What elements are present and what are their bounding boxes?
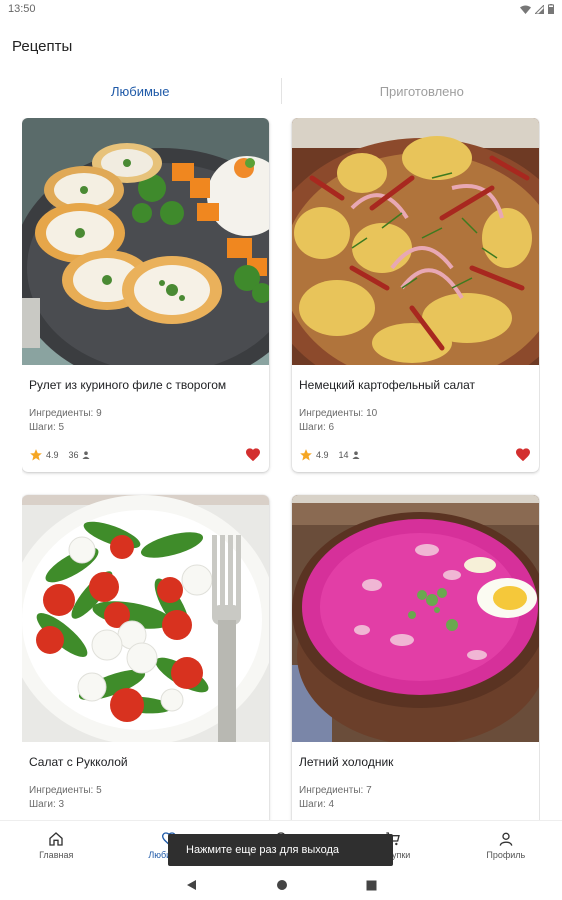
recipe-steps: Шаги: 4 (299, 799, 335, 810)
home-circle-icon[interactable] (276, 879, 288, 891)
status-time: 13:50 (8, 3, 36, 15)
person-icon (82, 451, 90, 459)
recipe-ingredients: Ингредиенты: 9 (29, 408, 102, 419)
recipe-card[interactable]: Летний холодник Ингредиенты: 7 Шаги: 4 (292, 495, 539, 820)
recipe-title: Летний холодник (299, 755, 394, 769)
recipe-rating: 4.9 (46, 450, 59, 460)
signal-icon (535, 4, 544, 14)
tab-bar: Любимые Приготовлено (0, 76, 562, 106)
system-navigation (0, 870, 562, 900)
nav-item-label: Профиль (486, 850, 526, 860)
recipe-title: Рулет из куриного филе с творогом (29, 378, 227, 392)
person-icon (352, 451, 360, 459)
favorite-heart-icon[interactable] (245, 447, 261, 462)
nav-item-label: Главная (39, 850, 74, 860)
status-icons (520, 4, 554, 14)
tab-favorites[interactable]: Любимые (0, 76, 281, 106)
status-bar: 13:50 (0, 0, 562, 18)
recipe-ingredients: Ингредиенты: 10 (299, 408, 378, 419)
recipe-card[interactable]: Салат с Рукколой Ингредиенты: 5 Шаги: 3 (22, 495, 269, 820)
star-icon (30, 449, 42, 461)
recipe-grid: Рулет из куриного филе с творогом Ингред… (22, 118, 540, 820)
toast-message: Нажмите еще раз для выхода (168, 834, 393, 866)
recipe-people-count: 14 (338, 450, 349, 460)
person-icon (499, 832, 513, 846)
recipe-photo-arugula-salad (22, 495, 269, 742)
recents-icon[interactable] (366, 880, 377, 891)
recipe-steps: Шаги: 3 (29, 799, 65, 810)
recipe-title: Немецкий картофельный салат (299, 378, 476, 392)
wifi-icon (520, 5, 531, 14)
recipe-ingredients: Ингредиенты: 5 (29, 785, 102, 796)
recipe-steps: Шаги: 5 (29, 422, 65, 433)
recipe-rating: 4.9 (316, 450, 329, 460)
nav-item-profile[interactable]: Профиль (450, 821, 562, 870)
recipe-photo-cold-borscht (292, 495, 539, 742)
recipe-steps: Шаги: 6 (299, 422, 335, 433)
back-icon[interactable] (186, 879, 198, 891)
star-icon (300, 449, 312, 461)
favorite-heart-icon[interactable] (515, 447, 531, 462)
recipe-stats: 4.9 36 (29, 448, 90, 462)
recipe-title: Салат с Рукколой (29, 755, 128, 769)
recipe-stats: 4.9 14 (299, 448, 360, 462)
page-title: Рецепты (12, 38, 73, 55)
nav-item-home[interactable]: Главная (0, 821, 112, 870)
home-icon (49, 832, 63, 846)
tab-cooked[interactable]: Приготовлено (282, 76, 562, 106)
recipe-photo-potato-salad (292, 118, 539, 365)
recipe-card[interactable]: Немецкий картофельный салат Ингредиенты:… (292, 118, 539, 472)
recipe-card[interactable]: Рулет из куриного филе с творогом Ингред… (22, 118, 269, 472)
recipe-people-count: 36 (68, 450, 79, 460)
recipe-photo-chicken-roll (22, 118, 269, 365)
battery-icon (548, 4, 554, 14)
recipe-ingredients: Ингредиенты: 7 (299, 785, 372, 796)
